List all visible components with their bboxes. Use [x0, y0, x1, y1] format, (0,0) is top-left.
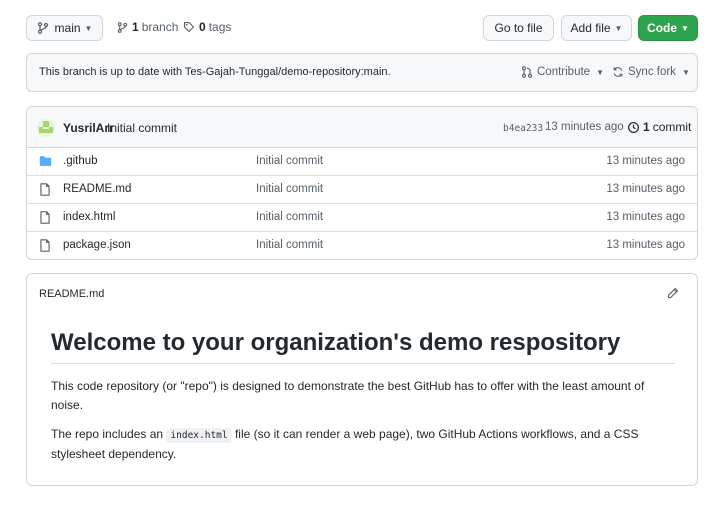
- file-commit-message[interactable]: Initial commit: [256, 183, 323, 195]
- chevron-down-icon: ▼: [681, 23, 689, 33]
- sync-fork-button[interactable]: Sync fork ▼: [612, 66, 690, 78]
- chevron-down-icon: ▼: [596, 67, 604, 77]
- file-commit-message[interactable]: Initial commit: [256, 155, 323, 167]
- chevron-down-icon: ▼: [614, 23, 623, 33]
- file-name-link[interactable]: package.json: [63, 239, 131, 251]
- contribute-label: Contribute: [537, 66, 591, 78]
- inline-code: index.html: [166, 428, 232, 443]
- file-time: 13 minutes ago: [606, 183, 685, 195]
- contribute-button[interactable]: Contribute ▼: [521, 66, 604, 78]
- tags-link[interactable]: 0 tags: [183, 20, 231, 34]
- code-button[interactable]: Code ▼: [638, 15, 698, 41]
- folder-icon: [39, 155, 52, 170]
- commit-count: 1: [643, 120, 650, 134]
- readme-panel: README.md Welcome to your organization's…: [26, 273, 698, 486]
- file-icon: [39, 211, 51, 227]
- file-time: 13 minutes ago: [606, 211, 685, 223]
- commit-count-label: commit: [652, 120, 692, 134]
- chevron-down-icon: ▼: [84, 23, 93, 33]
- tag-icon: [183, 21, 195, 33]
- branch-icon: [117, 21, 128, 33]
- avatar[interactable]: [37, 119, 55, 137]
- history-icon: [628, 121, 639, 133]
- pencil-icon[interactable]: [667, 287, 679, 302]
- file-name-link[interactable]: .github: [63, 155, 98, 167]
- readme-paragraph: This code repository (or "repo") is desi…: [51, 379, 645, 412]
- code-label: Code: [647, 21, 678, 35]
- commit-time: 13 minutes ago: [545, 121, 624, 133]
- go-to-file-button[interactable]: Go to file: [483, 15, 554, 41]
- file-name-link[interactable]: index.html: [63, 211, 115, 223]
- sync-icon: [613, 67, 623, 77]
- add-file-button[interactable]: Add file ▼: [561, 15, 632, 41]
- branch-icon: [37, 22, 49, 34]
- add-file-label: Add file: [570, 21, 611, 35]
- file-list: YusrilArr Initial commit b4ea233 13 minu…: [26, 106, 698, 260]
- go-to-file-label: Go to file: [494, 21, 543, 35]
- file-row[interactable]: package.json Initial commit 13 minutes a…: [27, 232, 697, 259]
- commit-sha-link[interactable]: b4ea233: [503, 123, 543, 134]
- readme-paragraph: The repo includes an index.html file (so…: [51, 425, 671, 464]
- readme-heading: Welcome to your organization's demo resp…: [51, 329, 675, 364]
- branch-status-bar: This branch is up to date with Tes-Gajah…: [26, 53, 698, 92]
- branch-label: branch: [141, 20, 179, 34]
- branches-link[interactable]: 1 branch: [117, 20, 178, 34]
- file-icon: [39, 183, 51, 199]
- tag-count: 0: [199, 20, 206, 34]
- file-row[interactable]: index.html Initial commit 13 minutes ago: [27, 204, 697, 232]
- file-commit-message[interactable]: Initial commit: [256, 211, 323, 223]
- pull-request-icon: [521, 66, 533, 78]
- tag-label: tags: [208, 20, 232, 34]
- readme-filename[interactable]: README.md: [39, 288, 104, 300]
- file-icon: [39, 239, 51, 255]
- branch-count: 1: [132, 20, 139, 34]
- chevron-down-icon: ▼: [681, 67, 690, 77]
- file-commit-message[interactable]: Initial commit: [256, 239, 323, 251]
- branch-name: main: [54, 21, 81, 35]
- branch-select-button[interactable]: main ▼: [26, 15, 103, 41]
- file-time: 13 minutes ago: [606, 239, 685, 251]
- readme-text: The repo includes an: [51, 427, 167, 441]
- file-name-link[interactable]: README.md: [63, 183, 131, 195]
- branch-status-text: This branch is up to date with Tes-Gajah…: [39, 66, 391, 78]
- file-row[interactable]: README.md Initial commit 13 minutes ago: [27, 176, 697, 204]
- commit-message-link[interactable]: Initial commit: [107, 121, 177, 135]
- commit-history-link[interactable]: 1 commit: [627, 120, 691, 134]
- file-time: 13 minutes ago: [606, 155, 685, 167]
- file-row[interactable]: .github Initial commit 13 minutes ago: [27, 148, 697, 176]
- sync-fork-label: Sync fork: [628, 66, 676, 78]
- latest-commit-bar: YusrilArr Initial commit b4ea233 13 minu…: [27, 107, 697, 148]
